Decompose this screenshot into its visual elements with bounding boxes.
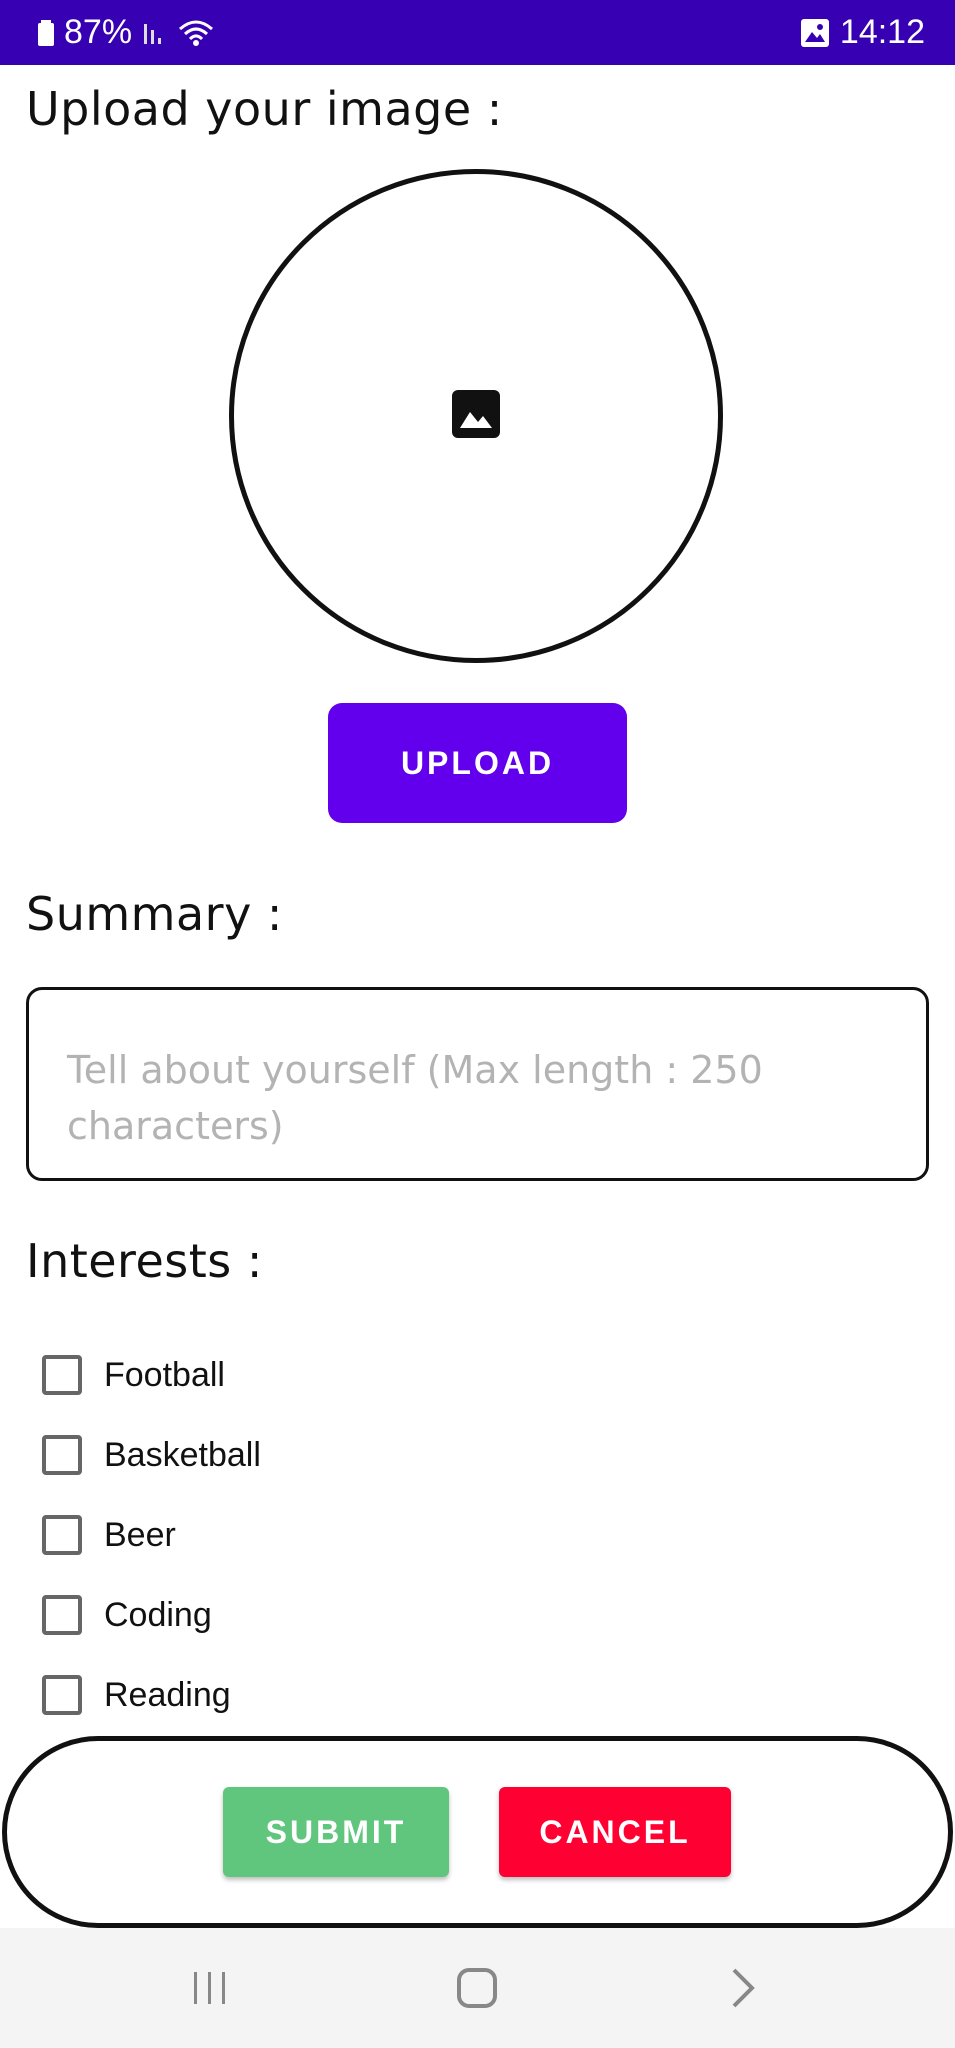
interest-basketball[interactable]: Basketball <box>42 1415 261 1495</box>
image-icon <box>452 389 500 443</box>
clock: 14:12 <box>839 13 925 51</box>
battery-icon <box>38 19 54 46</box>
navigation-bar <box>0 1928 955 2048</box>
checkbox-label: Reading <box>104 1675 231 1714</box>
summary-placeholder: Tell about yourself (Max length : 250 ch… <box>67 1048 763 1148</box>
action-container <box>2 1736 953 1928</box>
interest-football[interactable]: Football <box>42 1335 261 1415</box>
checkbox-label: Coding <box>104 1595 212 1634</box>
status-bar: 87% 14:12 <box>0 0 955 65</box>
checkbox-label: Beer <box>104 1515 176 1554</box>
cancel-button[interactable]: CANCEL <box>499 1787 731 1877</box>
submit-button[interactable]: SUBMIT <box>223 1787 449 1877</box>
battery-percent: 87% <box>64 13 133 51</box>
back-icon[interactable] <box>683 1928 803 2048</box>
checkbox[interactable] <box>42 1595 82 1635</box>
summary-input[interactable]: Tell about yourself (Max length : 250 ch… <box>26 987 929 1181</box>
interest-beer[interactable]: Beer <box>42 1495 261 1575</box>
checkbox-label: Football <box>104 1355 225 1394</box>
status-right: 14:12 <box>800 13 925 52</box>
recent-apps-icon[interactable] <box>150 1928 270 2048</box>
home-icon[interactable] <box>417 1928 537 2048</box>
checkbox[interactable] <box>42 1675 82 1715</box>
signal-icon <box>142 20 168 46</box>
interest-reading[interactable]: Reading <box>42 1655 261 1735</box>
checkbox[interactable] <box>42 1435 82 1475</box>
checkbox[interactable] <box>42 1515 82 1555</box>
upload-title: Upload your image : <box>26 82 503 136</box>
interests-title: Interests : <box>26 1234 263 1288</box>
wifi-icon <box>178 19 214 47</box>
summary-title: Summary : <box>26 887 283 941</box>
checkbox[interactable] <box>42 1355 82 1395</box>
checkbox-label: Basketball <box>104 1435 261 1474</box>
image-preview[interactable] <box>229 169 723 663</box>
interests-list: Football Basketball Beer Coding Reading <box>42 1335 261 1735</box>
gallery-icon <box>800 18 830 48</box>
upload-button[interactable]: UPLOAD <box>328 703 627 823</box>
status-left: 87% <box>38 13 214 52</box>
interest-coding[interactable]: Coding <box>42 1575 261 1655</box>
